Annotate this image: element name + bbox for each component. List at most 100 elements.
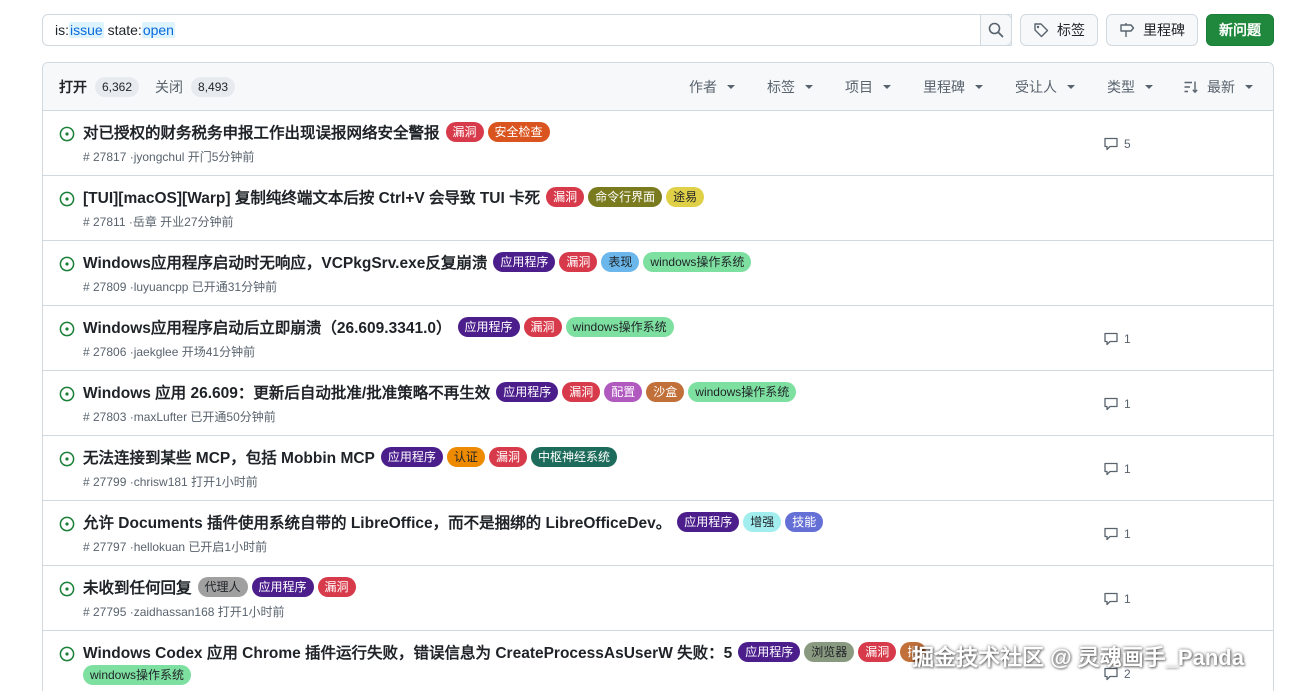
issue-opened-icon (59, 126, 75, 142)
issue-opened-icon (59, 191, 75, 207)
issue-label[interactable]: 增强 (743, 512, 782, 532)
issue-label[interactable]: windows操作系统 (83, 665, 192, 685)
issue-comments[interactable]: 1 (1103, 526, 1131, 542)
comment-icon (1104, 527, 1118, 541)
open-count: 6,362 (95, 76, 140, 97)
issue-label[interactable]: 应用程序 (738, 642, 801, 662)
issue-meta: # 27811 ·岳章 开业27分钟前 (83, 215, 234, 229)
issue-row[interactable]: [TUI][macOS][Warp] 复制纯终端文本后按 Ctrl+V 会导致 … (43, 176, 1273, 241)
issue-row[interactable]: Windows应用程序启动后立即崩溃（26.609.3341.0） 应用程序 漏洞 w… (43, 306, 1273, 371)
issue-row[interactable]: 无法连接到某些 MCP，包括 Mobbin MCP 应用程序 认证 漏洞 中枢神经系统 #… (43, 436, 1273, 501)
comment-icon (1104, 462, 1118, 476)
issue-title-link[interactable]: [TUI][macOS][Warp] 复制纯终端文本后按 Ctrl+V 会导致 … (83, 186, 540, 208)
issue-title-line: Windows Codex 应用 Chrome 插件运行失败，错误信息为 Cre… (83, 641, 927, 663)
issue-comments[interactable]: 1 (1103, 591, 1131, 607)
issue-label[interactable]: 漏洞 (546, 187, 585, 207)
issue-label[interactable]: 漏洞 (559, 252, 598, 272)
issue-label[interactable]: 漏洞 (523, 317, 562, 337)
issue-comments[interactable]: 1 (1103, 396, 1131, 412)
closed-tab-label: 关闭 (155, 78, 184, 95)
milestone-icon (1120, 23, 1135, 37)
search-icon (988, 22, 1004, 38)
issue-title-link[interactable]: 对已授权的财务税务申报工作出现误报网络安全警报 (83, 121, 440, 143)
issue-row[interactable]: 未收到任何回复 代理人 应用程序 漏洞 # 27795 ·zaidhassan168 打… (43, 566, 1273, 631)
issue-title-line: Windows应用程序启动后立即崩溃（26.609.3341.0） 应用程序 漏洞 w… (83, 316, 674, 338)
issue-label[interactable]: 应用程序 (496, 382, 559, 402)
issue-title-link[interactable]: 无法连接到某些 MCP，包括 Mobbin MCP (83, 446, 375, 468)
tag-icon (1034, 23, 1049, 38)
issue-label[interactable]: 应用程序 (493, 252, 556, 272)
issue-label[interactable]: 应用程序 (380, 447, 443, 467)
issue-label[interactable]: 漏洞 (488, 447, 527, 467)
comment-count: 5 (1124, 137, 1131, 151)
filter-milestones[interactable]: 里程碑 (923, 63, 983, 111)
filter-type[interactable]: 类型 (1107, 63, 1153, 111)
issue-label[interactable]: windows操作系统 (643, 252, 752, 272)
issue-comments[interactable]: 1 (1103, 331, 1131, 347)
issue-meta: # 27797 ·hellokuan 已开启1小时前 (83, 540, 268, 554)
open-issues-tab[interactable]: 打开 6,362 (59, 76, 140, 97)
sort-newest[interactable]: 最新 (1183, 63, 1253, 111)
comment-icon (1104, 592, 1118, 606)
issue-label[interactable]: 浏览器 (804, 642, 855, 662)
issue-label[interactable]: 沙盒 (646, 382, 685, 402)
issue-label[interactable]: 应用程序 (457, 317, 520, 337)
search-token-value: issue (69, 22, 104, 38)
chevron-down-icon (727, 85, 735, 89)
issue-row[interactable]: 允许 Documents 插件使用系统自带的 LibreOffice，而不是捆绑… (43, 501, 1273, 566)
issue-label[interactable]: 命令行界面 (588, 187, 663, 207)
closed-issues-tab[interactable]: 关闭 8,493 (155, 76, 236, 97)
filter-assignees[interactable]: 受让人 (1015, 63, 1075, 111)
issue-title-link[interactable]: 允许 Documents 插件使用系统自带的 LibreOffice，而不是捆绑… (83, 511, 671, 533)
filter-labels[interactable]: 标签 (767, 63, 813, 111)
sort-newest-label: 最新 (1207, 79, 1235, 95)
issue-title-link[interactable]: Windows应用程序启动后立即崩溃（26.609.3341.0） (83, 316, 452, 338)
issue-label[interactable]: 途易 (666, 187, 705, 207)
search-button[interactable] (980, 14, 1012, 46)
comment-icon (1104, 137, 1118, 151)
issue-title-link[interactable]: 未收到任何回复 (83, 576, 192, 598)
issue-label[interactable]: 漏洞 (562, 382, 601, 402)
issue-row[interactable]: Windows应用程序启动时无响应，VCPkgSrv.exe反复崩溃 应用程序 漏洞… (43, 241, 1273, 306)
filter-assignees-label: 受让人 (1015, 79, 1057, 95)
filter-projects-label: 项目 (845, 79, 873, 95)
issue-label[interactable]: 应用程序 (251, 577, 314, 597)
issue-label[interactable]: 技能 (785, 512, 824, 532)
closed-count: 8,493 (191, 76, 236, 97)
milestones-button[interactable]: 里程碑 (1106, 14, 1198, 46)
search-token-key: is: (55, 22, 69, 38)
issue-opened-icon (59, 451, 75, 467)
search-token-value: open (141, 22, 175, 38)
comment-icon (1104, 397, 1118, 411)
issue-title-link[interactable]: Windows 应用 26.609：更新后自动批准/批准策略不再生效 (83, 381, 490, 403)
search-input[interactable]: is: issue state: open (42, 14, 1012, 46)
issue-toolbar: is: issue state: open 标签 里程碑 新问题 (42, 14, 1274, 46)
issue-label[interactable]: windows操作系统 (565, 317, 674, 337)
issue-label[interactable]: 漏洞 (445, 122, 484, 142)
issue-title-link[interactable]: Windows Codex 应用 Chrome 插件运行失败，错误信息为 Cre… (83, 641, 732, 663)
issue-meta: # 27799 ·chrisw181 打开1小时前 (83, 475, 258, 489)
comment-count: 1 (1124, 527, 1131, 541)
issue-label[interactable]: 安全检查 (487, 122, 550, 142)
issue-opened-icon (59, 386, 75, 402)
issue-label[interactable]: 表现 (601, 252, 640, 272)
issue-label[interactable]: 认证 (446, 447, 485, 467)
issue-row[interactable]: 对已授权的财务税务申报工作出现误报网络安全警报 漏洞 安全检查 # 27817 ·jy… (43, 111, 1273, 176)
issue-comments[interactable]: 5 (1103, 136, 1131, 152)
filter-author[interactable]: 作者 (689, 63, 735, 111)
issue-meta: # 27806 ·jaekglee 开场41分钟前 (83, 345, 256, 359)
new-issue-button-label: 新问题 (1219, 22, 1261, 38)
new-issue-button[interactable]: 新问题 (1206, 14, 1274, 46)
issue-label[interactable]: 漏洞 (858, 642, 897, 662)
issue-label[interactable]: 配置 (604, 382, 643, 402)
issue-row[interactable]: Windows 应用 26.609：更新后自动批准/批准策略不再生效 应用程序 漏洞… (43, 371, 1273, 436)
filter-projects[interactable]: 项目 (845, 63, 891, 111)
issue-title-link[interactable]: Windows应用程序启动时无响应，VCPkgSrv.exe反复崩溃 (83, 251, 487, 273)
issue-label[interactable]: 代理人 (197, 577, 248, 597)
issue-label[interactable]: 漏洞 (317, 577, 356, 597)
issue-label[interactable]: 应用程序 (677, 512, 740, 532)
issue-label[interactable]: windows操作系统 (688, 382, 797, 402)
labels-button[interactable]: 标签 (1020, 14, 1098, 46)
issue-comments[interactable]: 1 (1103, 461, 1131, 477)
issue-label[interactable]: 中枢神经系统 (530, 447, 617, 467)
